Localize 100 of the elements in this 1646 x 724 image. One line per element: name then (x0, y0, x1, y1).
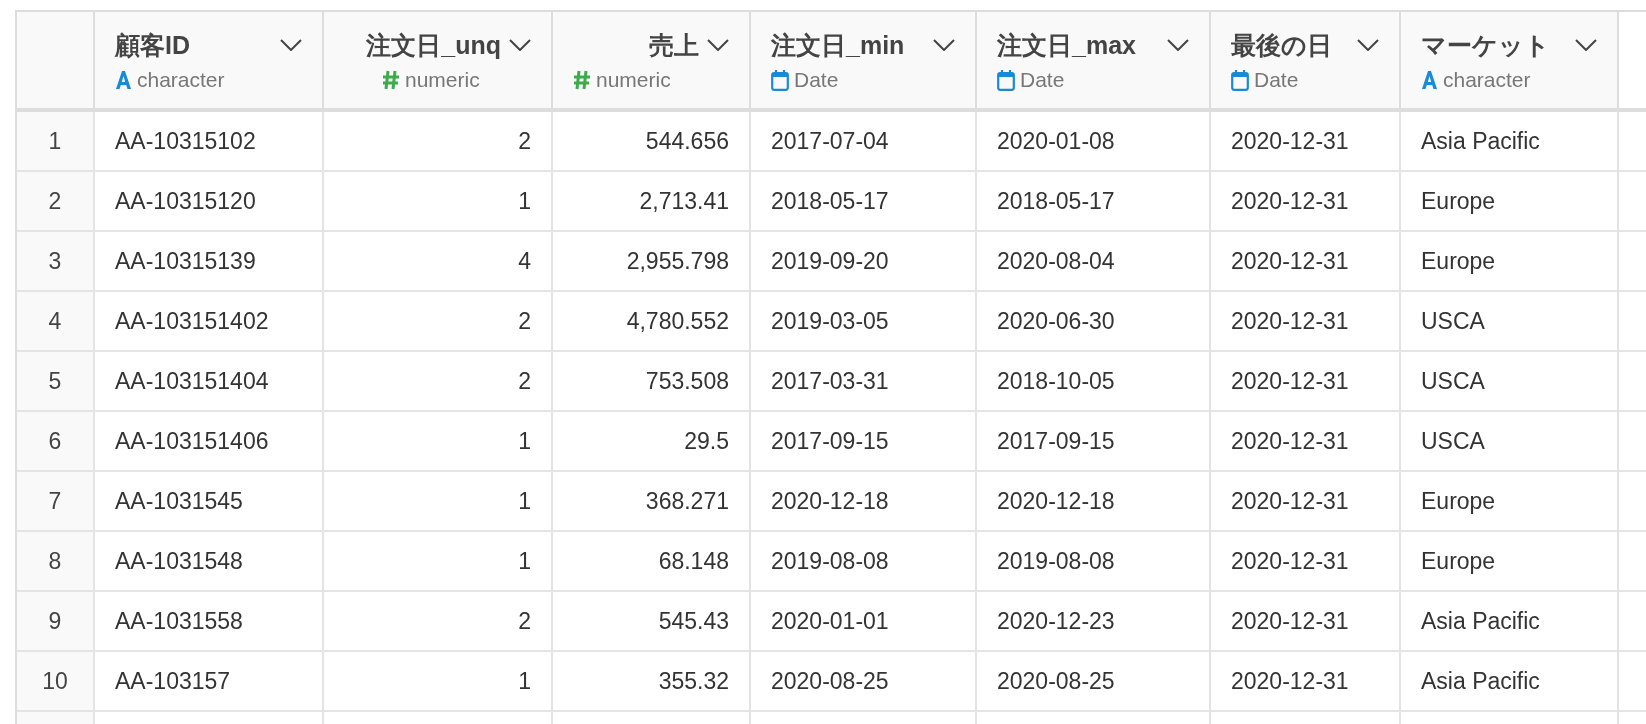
chevron-down-icon[interactable] (933, 39, 955, 51)
table-cell: 1 (324, 412, 553, 472)
table-cell: AA-103151402 (95, 292, 324, 352)
table-cell: 355.32 (553, 652, 751, 712)
row-number: 5 (17, 352, 95, 412)
table-cell: 2018-05-17 (751, 172, 977, 232)
hash-icon (573, 69, 591, 90)
table-cell: 2020-12-31 (1211, 172, 1401, 232)
table-cell: 4 (324, 232, 553, 292)
column-type: numeric (405, 67, 480, 92)
chevron-down-icon[interactable] (509, 39, 531, 51)
table-cell: 2,955.798 (553, 232, 751, 292)
table-cell: 2020-12-31 (1211, 412, 1401, 472)
chevron-down-icon[interactable] (1575, 39, 1597, 51)
table-cell: 1 (324, 172, 553, 232)
table-cell: 2020-12-31 (1211, 532, 1401, 592)
table-cell: 2018-05-17 (977, 172, 1211, 232)
table-cell: 2,713.41 (553, 172, 751, 232)
calendar-icon (1231, 68, 1249, 91)
table-cell: Asia Pacific (1401, 592, 1619, 652)
table-cell: 545.43 (553, 592, 751, 652)
table-cell: Asia Pacific (1401, 112, 1619, 172)
column-type: Date (1020, 67, 1065, 92)
column-title: 顧客ID (115, 29, 190, 61)
column-header[interactable]: 注文日_min Date (751, 12, 977, 112)
table-cell: 1 (324, 472, 553, 532)
column-header[interactable]: 最後の日 Date (1211, 12, 1401, 112)
table-cell: USCA (1401, 292, 1619, 352)
row-number: 2 (17, 172, 95, 232)
table-cell: 2020-12-31 (1211, 112, 1401, 172)
table-cell: 2 (324, 112, 553, 172)
letter-a-icon (1421, 69, 1438, 90)
table-cell: 68.148 (553, 532, 751, 592)
table-cell: 2017-09-15 (977, 412, 1211, 472)
column-type: numeric (596, 67, 671, 92)
row-number: 3 (17, 232, 95, 292)
table-cell: AA-10315102 (95, 112, 324, 172)
row-number: 9 (17, 592, 95, 652)
table-cell: AA-103157 (95, 652, 324, 712)
table-cell: 2020-12-31 (1211, 592, 1401, 652)
column-title: 売上 (649, 29, 699, 61)
table-cell: 2018-10-05 (977, 352, 1211, 412)
row-number: 1 (17, 112, 95, 172)
table-cell: 2019-09-20 (751, 232, 977, 292)
table-cell: AA-1031548 (95, 532, 324, 592)
column-title: 最後の日 (1231, 29, 1332, 61)
table-cell: 1 (324, 652, 553, 712)
column-title: 注文日_max (997, 29, 1136, 61)
column-header[interactable]: 顧客ID character (95, 12, 324, 112)
column-header[interactable]: 売上 numeric (553, 12, 751, 112)
column-title: マーケット (1421, 29, 1550, 61)
table-cell: 2019-08-08 (977, 532, 1211, 592)
column-type: Date (1254, 67, 1299, 92)
chevron-down-icon[interactable] (707, 39, 729, 51)
row-number: 10 (17, 652, 95, 712)
table-cell: 2 (324, 292, 553, 352)
table-cell: Europe (1401, 232, 1619, 292)
chevron-down-icon[interactable] (280, 39, 302, 51)
column-type: Date (794, 67, 839, 92)
table-cell: 2019-08-08 (751, 532, 977, 592)
table-cell: 2017-09-15 (751, 412, 977, 472)
table-cell: AA-1031545 (95, 472, 324, 532)
table-cell: 2020-08-25 (977, 652, 1211, 712)
table-cell: 2020-01-08 (977, 112, 1211, 172)
row-number: 8 (17, 532, 95, 592)
table-cell: 368.271 (553, 472, 751, 532)
column-header[interactable]: 注文日_unq numeric (324, 12, 553, 112)
table-cell: Asia Pacific (1401, 652, 1619, 712)
table-cell: 4,780.552 (553, 292, 751, 352)
table-cell: 2 (324, 352, 553, 412)
table-cell: 2020-12-18 (977, 472, 1211, 532)
column-type: character (137, 67, 225, 92)
table-cell: 2017-07-04 (751, 112, 977, 172)
table-cell: 753.508 (553, 352, 751, 412)
table-cell: 2020-08-04 (977, 232, 1211, 292)
table-cell: 2020-12-31 (1211, 352, 1401, 412)
table-cell: AA-10315139 (95, 232, 324, 292)
table-cell: 2020-12-31 (1211, 292, 1401, 352)
column-header[interactable]: マーケット character (1401, 12, 1619, 112)
table-cell: USCA (1401, 352, 1619, 412)
table-cell: 2017-03-31 (751, 352, 977, 412)
table-cell: 2020-12-18 (751, 472, 977, 532)
table-cell: 2020-12-31 (1211, 232, 1401, 292)
table-cell: 1 (324, 532, 553, 592)
row-number: 6 (17, 412, 95, 472)
table-cell: 2019-03-05 (751, 292, 977, 352)
letter-a-icon (115, 69, 132, 90)
calendar-icon (997, 68, 1015, 91)
row-number: 7 (17, 472, 95, 532)
table-cell: Europe (1401, 472, 1619, 532)
chevron-down-icon[interactable] (1357, 39, 1379, 51)
column-title: 注文日_unq (366, 29, 501, 61)
table-cell: 2 (324, 592, 553, 652)
table-cell: 2020-12-23 (977, 592, 1211, 652)
calendar-icon (771, 68, 789, 91)
chevron-down-icon[interactable] (1167, 39, 1189, 51)
table-cell: AA-103151406 (95, 412, 324, 472)
table-cell: 2020-06-30 (977, 292, 1211, 352)
column-header[interactable]: 注文日_max Date (977, 12, 1211, 112)
row-number: 4 (17, 292, 95, 352)
